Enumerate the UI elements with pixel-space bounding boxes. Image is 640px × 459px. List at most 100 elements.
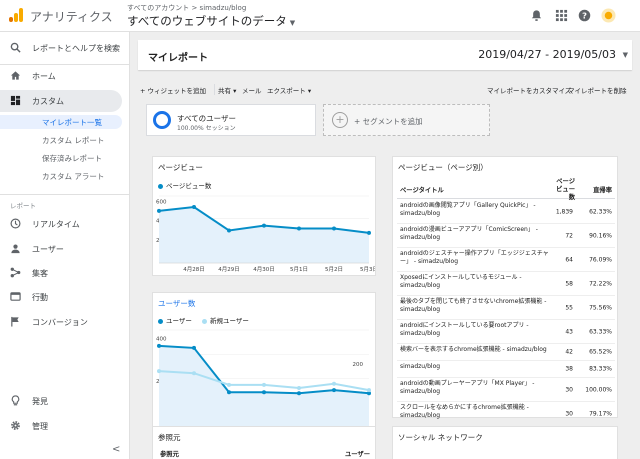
home-icon [10,71,21,80]
bounce-rate-cell: 76.09% [589,256,612,263]
legend-label: ユーザー [166,317,192,325]
table-row[interactable]: 最後のタブを閉じても終了させないchrome拡張機能 - simadzu/blo… [397,296,615,320]
page-title: マイレポート [148,53,208,64]
page-title-cell[interactable]: androidの動画プレーヤーアプリ「MX Player」 - simadzu/… [400,380,550,396]
sidebar-item-label: 行動 [32,293,48,302]
sidebar-item-acquisition[interactable]: 集客 [0,262,122,284]
bounce-rate-cell: 63.33% [589,328,612,335]
widget-users: ユーザー数 ユーザー 新規ユーザー 4002002001004月28日4月29日… [152,292,376,440]
segment-percentage: 100.00% セッション [177,125,236,132]
sidebar-sub-custom-reports[interactable]: カスタム レポート [0,133,122,147]
widget-title: ユーザー数 [158,299,196,308]
sidebar-item-audience[interactable]: ユーザー [0,238,122,260]
data-point [297,391,301,396]
data-point [332,226,336,231]
bounce-rate-cell: 79.17% [589,410,612,417]
x-tick-label: 5月1日 [290,266,308,273]
column-header: 参照元 [160,451,179,458]
sidebar-item-home[interactable]: ホーム [0,65,122,87]
table-row[interactable]: スクロールをなめらかにするchrome拡張機能 - simadzu/blog 30… [397,402,615,426]
account-breadcrumb[interactable]: すべてのアカウント > simadzu/blog [127,3,246,13]
sidebar-sub-custom-alerts[interactable]: カスタム アラート [0,169,122,183]
page-title-cell[interactable]: androidにインストールしている要rootアプリ - simadzu/blo… [400,322,550,338]
bell-icon[interactable] [530,9,543,22]
bounce-rate-cell: 72.22% [589,280,612,287]
clock-icon [10,218,21,229]
sidebar-item-admin[interactable]: 管理 [0,415,122,437]
data-point [367,230,371,235]
collapse-sidebar-icon[interactable]: < [112,444,120,455]
sidebar-item-conversions[interactable]: コンバージョン [0,311,122,333]
pageviews-cell: 42 [565,348,573,356]
page-title-cell[interactable]: simadzu/blog [400,363,550,371]
chevron-down-icon[interactable]: ▼ [623,51,628,59]
customize-report-button[interactable]: マイレポートをカスタマイズ [487,85,571,95]
sidebar-item-label: コンバージョン [32,318,88,327]
pageviews-chart[interactable]: 6004002004月28日4月29日4月30日5月1日5月2日5月3日 [153,189,375,277]
legend-dot [158,183,163,189]
analytics-logo-icon[interactable] [8,7,24,23]
svg-text:?: ? [582,10,587,20]
users-chart[interactable]: 4002002001004月28日4月29日4月30日5月1日5月2日5月3日 [153,325,375,441]
page-title-cell[interactable]: androidのジェスチャー操作アプリ「エッジジェスチャー」 - simadzu… [400,250,550,266]
data-point [192,371,196,376]
widget-top-pages: ページビュー（ページ別） ページタイトル ページビュー数 直帰率 android… [392,156,618,426]
add-segment-button[interactable]: + + セグメントを追加 [323,104,490,136]
page-title-cell[interactable]: 最後のタブを閉じても終了させないchrome拡張機能 - simadzu/blo… [400,298,550,314]
sidebar-item-realtime[interactable]: リアルタイム [0,213,122,235]
sidebar: レポートとヘルプを検索 ホーム カスタム マイレポート一覧 カスタム レポート … [0,32,130,459]
lightbulb-icon [11,395,20,406]
sidebar-search[interactable]: レポートとヘルプを検索 [0,37,122,59]
view-title: すべてのウェブサイトのデータ [127,14,287,28]
apps-grid-icon[interactable] [555,9,568,22]
page-title-cell[interactable]: Xposedにインストールしているモジュール - simadzu/blog [400,274,550,290]
email-button[interactable]: メール [242,85,262,95]
table-row[interactable]: androidの動画プレーヤーアプリ「MX Player」 - simadzu/… [397,378,615,402]
pageviews-cell: 64 [565,256,573,263]
table-row[interactable]: androidにインストールしている要rootアプリ - simadzu/blo… [397,320,615,344]
table-row[interactable]: Xposedにインストールしているモジュール - simadzu/blog 58 7… [397,272,615,296]
sidebar-item-label: ユーザー [32,245,64,254]
behavior-icon [10,292,21,301]
data-point [297,226,301,231]
sidebar-sub-saved-reports[interactable]: 保存済みレポート [0,151,122,165]
page-title-cell[interactable]: androidの画像閲覧アプリ「Gallery QuickPic」 - sima… [400,202,550,218]
top-bar: アナリティクス すべてのアカウント > simadzu/blog すべてのウェブ… [0,0,640,32]
column-header: 直帰率 [593,187,612,194]
page-title-cell[interactable]: スクロールをなめらかにするchrome拡張機能 - simadzu/blog [400,404,550,420]
segment-all-users[interactable]: すべてのユーザー 100.00% セッション [146,104,316,136]
table-row[interactable]: androidの漫画ビューアアプリ「ComicScreen」 - simadzu… [397,224,615,248]
table-row[interactable]: simadzu/blog 38 83.33% [397,361,615,378]
table-row[interactable]: androidのジェスチャー操作アプリ「エッジジェスチャー」 - simadzu… [397,248,615,272]
data-point [157,208,161,213]
bounce-rate-cell: 62.33% [589,208,612,215]
avatar-icon[interactable] [601,8,616,23]
person-icon [11,244,20,254]
export-button[interactable]: エクスポート ▾ [267,85,311,95]
sidebar-sub-label: カスタム アラート [42,172,105,181]
sidebar-sub-my-reports[interactable]: マイレポート一覧 [0,115,122,129]
page-title-cell[interactable]: 検索バーを表示するchrome拡張機能 - simadzu/blog [400,346,550,354]
view-selector[interactable]: すべてのウェブサイトのデータ ▼ [127,13,295,29]
page-title-cell[interactable]: androidの漫画ビューアアプリ「ComicScreen」 - simadzu… [400,226,550,242]
sidebar-item-label: ホーム [32,72,56,81]
add-widget-button[interactable]: + ウィジェットを追加 [140,85,206,95]
data-point [227,382,231,387]
table-row[interactable]: 検索バーを表示するchrome拡張機能 - simadzu/blog 42 65.5… [397,344,615,361]
date-range-picker[interactable]: 2019/04/27 - 2019/05/03 [478,48,616,61]
sidebar-item-discover[interactable]: 発見 [0,390,122,412]
segment-circle-icon [153,111,171,129]
data-point [262,223,266,228]
sidebar-item-behavior[interactable]: 行動 [0,286,122,308]
widget-social: ソーシャル ネットワーク [392,426,618,459]
help-icon[interactable]: ? [578,9,591,22]
pageviews-cell: 72 [565,232,573,239]
sidebar-item-custom[interactable]: カスタム [0,90,122,112]
sidebar-item-label: カスタム [32,97,64,106]
pageviews-cell: 43 [565,328,573,335]
delete-report-button[interactable]: マイレポートを削除 [568,85,627,95]
table-row[interactable]: androidの画像閲覧アプリ「Gallery QuickPic」 - sima… [397,200,615,224]
main-content: マイレポート 2019/04/27 - 2019/05/03 ▼ + ウィジェッ… [130,32,640,459]
share-button[interactable]: 共有 ▾ [218,85,236,95]
sidebar-sub-label: 保存済みレポート [42,154,102,163]
